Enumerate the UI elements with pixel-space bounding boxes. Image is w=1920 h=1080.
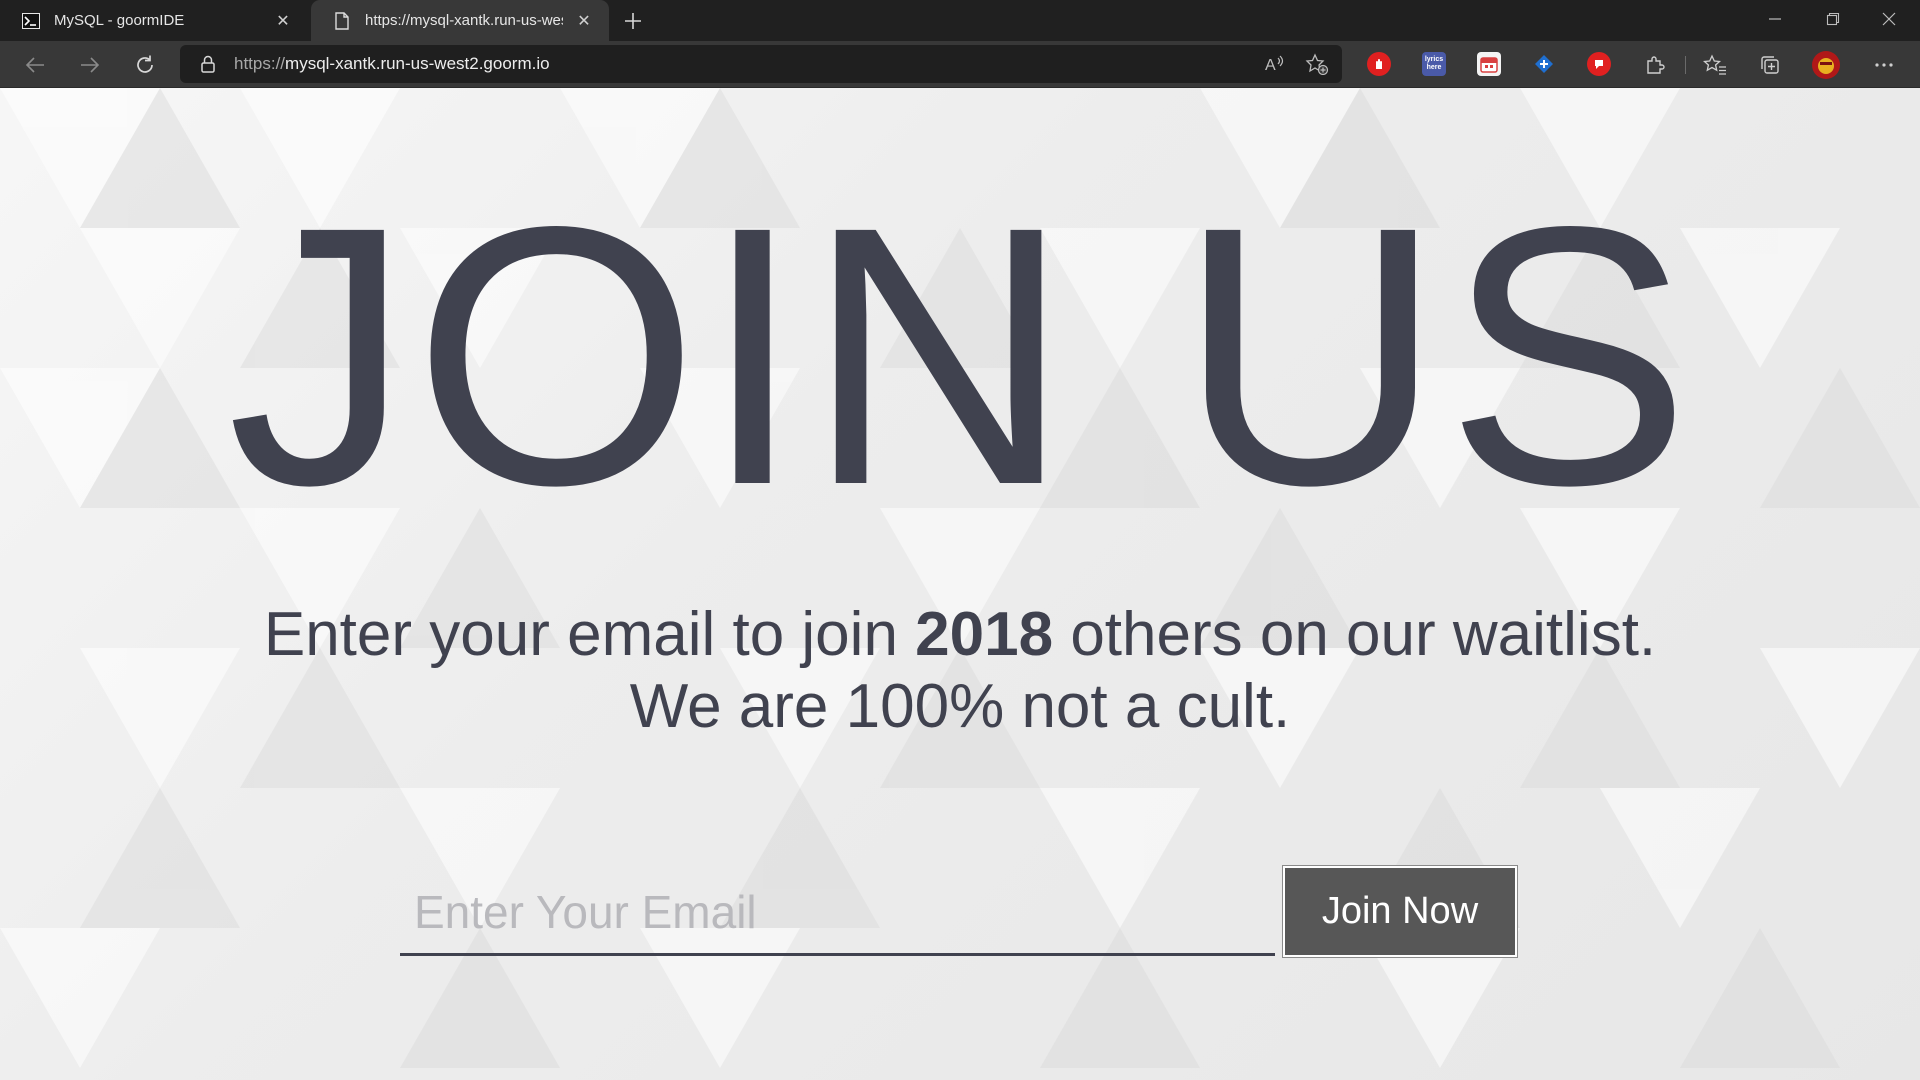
close-icon[interactable]: ✕ (272, 10, 294, 32)
close-window-button[interactable] (1862, 0, 1916, 38)
lyrics-here-extension-icon[interactable]: lyrics here (1422, 52, 1446, 76)
waitlist-line-1: Enter your email to join 2018 others on … (0, 599, 1920, 671)
minimize-button[interactable] (1748, 0, 1802, 38)
back-button[interactable] (17, 47, 53, 83)
tab-mysql-xantk[interactable]: https://mysql-xantk.run-us-west2 ✕ (311, 0, 609, 41)
tab-title: MySQL - goormIDE (54, 12, 185, 29)
waitlist-text-pre: Enter your email to join (263, 600, 916, 669)
chat-extension-icon[interactable] (1587, 52, 1611, 76)
browser-toolbar: https:// mysql-xantk.run-us-west2.goorm.… (0, 41, 1920, 88)
add-favorite-icon[interactable] (1302, 49, 1332, 79)
signup-form: Join Now (400, 865, 1518, 966)
waitlist-description: Enter your email to join 2018 others on … (0, 599, 1920, 743)
arrow-right-icon (81, 57, 100, 73)
restore-icon (1826, 12, 1840, 26)
calendar-extension-icon[interactable] (1477, 52, 1501, 76)
extensions-button[interactable] (1637, 47, 1673, 83)
toolbar-separator (1685, 56, 1686, 74)
tab-title: https://mysql-xantk.run-us-west2 (365, 12, 563, 29)
puzzle-icon (1647, 56, 1665, 74)
profile-button[interactable] (1808, 47, 1844, 83)
plus-icon (625, 13, 641, 29)
tab-mysql-goormide[interactable]: MySQL - goormIDE ✕ (0, 0, 308, 41)
read-aloud-icon[interactable]: A (1260, 49, 1290, 79)
page-body: JOIN US Enter your email to join 2018 ot… (0, 88, 1920, 1080)
refresh-button[interactable] (127, 47, 163, 83)
refresh-icon (137, 55, 153, 73)
favorites-icon (1703, 54, 1726, 75)
collections-icon (1761, 56, 1779, 74)
terminal-icon (22, 12, 40, 30)
lock-icon[interactable] (198, 54, 218, 74)
url-scheme: https:// (234, 54, 286, 73)
close-icon (1882, 12, 1896, 26)
arrow-left-icon (25, 57, 44, 73)
svg-text:A: A (1265, 57, 1276, 74)
tab-strip: MySQL - goormIDE ✕ https://mysql-xantk.r… (0, 0, 1920, 41)
favorites-button[interactable] (1697, 47, 1733, 83)
join-now-button[interactable]: Join Now (1282, 865, 1518, 958)
more-icon (1875, 63, 1893, 67)
address-bar[interactable]: https:// mysql-xantk.run-us-west2.goorm.… (180, 45, 1342, 83)
url-host: mysql-xantk.run-us-west2.goorm.io (285, 54, 550, 73)
settings-menu-button[interactable] (1866, 47, 1902, 83)
page-icon (333, 11, 351, 30)
adblock-extension-icon[interactable] (1367, 52, 1391, 76)
new-tab-button[interactable] (618, 6, 648, 36)
forward-button[interactable] (72, 47, 108, 83)
avatar (1812, 51, 1840, 79)
minimize-icon (1769, 18, 1781, 20)
collections-button[interactable] (1752, 47, 1788, 83)
waitlist-line-2: We are 100% not a cult. (629, 672, 1291, 741)
waitlist-count: 2018 (915, 600, 1054, 669)
page-headline: JOIN US (227, 150, 1693, 561)
waitlist-text-post: others on our waitlist. (1053, 600, 1657, 669)
restore-button[interactable] (1806, 0, 1860, 38)
email-field[interactable] (400, 870, 1275, 956)
dropbox-extension-icon[interactable] (1532, 52, 1556, 76)
close-icon[interactable]: ✕ (573, 10, 595, 32)
